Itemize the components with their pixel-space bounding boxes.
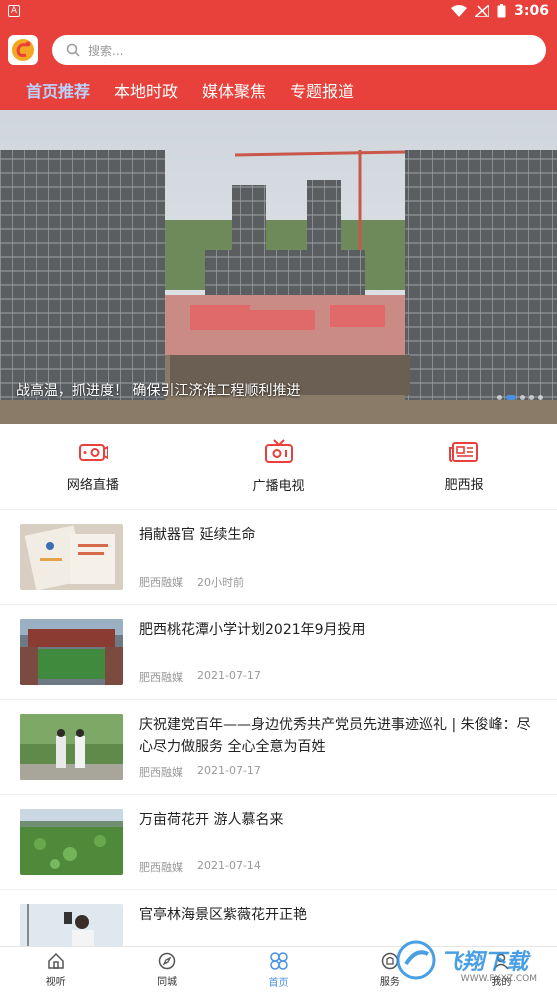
banner-caption[interactable]: 战高温，抓进度！ 确保引江济淮工程顺利推进 (16, 380, 300, 400)
tab-local-politics[interactable]: 本地时政 (114, 78, 178, 110)
search-icon (66, 43, 80, 57)
quick-label: 网络直播 (66, 478, 119, 493)
search-input[interactable]: 搜索... (52, 35, 546, 65)
carousel-dots (497, 395, 543, 400)
home-icon (47, 952, 64, 969)
clover-icon (269, 951, 288, 970)
carousel-dot[interactable] (538, 395, 543, 400)
news-thumbnail (20, 714, 123, 780)
carousel-dot-active[interactable] (506, 395, 516, 400)
tab-recommend[interactable]: 首页推荐 (26, 78, 90, 110)
watermark: 飞翔下载 WWW.FXXZ.COM (396, 932, 551, 988)
quick-item-newspaper[interactable]: 肥西报 (371, 424, 557, 509)
carousel-dot[interactable] (529, 395, 534, 400)
battery-icon (497, 4, 506, 18)
news-time: 2021-07-17 (197, 764, 261, 777)
news-source: 肥西融媒 (139, 576, 183, 589)
news-list: 捐献器官 延续生命 肥西融媒 20小时前 肥西桃花潭小学计划2021年9月投用 … (0, 510, 557, 985)
app-logo[interactable] (8, 35, 38, 65)
camera-icon (78, 444, 108, 461)
news-source: 肥西融媒 (139, 861, 183, 874)
newspaper-icon (449, 442, 479, 462)
status-time: 3:06 (514, 3, 549, 19)
status-bar: A 3:06 (0, 0, 557, 22)
news-title: 庆祝建党百年——身边优秀共产党员先进事迹巡礼 | 朱俊峰：尽心尽力做服务 全心全… (139, 717, 531, 755)
news-title: 官亭林海景区紫薇花开正艳 (139, 907, 307, 923)
news-title: 肥西桃花潭小学计划2021年9月投用 (139, 622, 366, 638)
quick-item-live[interactable]: 网络直播 (0, 424, 186, 509)
nav-label: 视听 (45, 976, 66, 988)
wifi-icon (451, 5, 468, 17)
news-item[interactable]: 庆祝建党百年——身边优秀共产党员先进事迹巡礼 | 朱俊峰：尽心尽力做服务 全心全… (0, 700, 557, 795)
carousel-dot[interactable] (520, 395, 525, 400)
news-thumbnail (20, 524, 123, 590)
compass-icon (158, 952, 176, 969)
quick-label: 广播电视 (252, 479, 305, 494)
watermark-url: WWW.FXXZ.COM (460, 974, 537, 984)
news-item[interactable]: 肥西桃花潭小学计划2021年9月投用 肥西融媒 2021-07-17 (0, 605, 557, 700)
news-time: 2021-07-17 (197, 669, 261, 682)
nav-label: 首页 (268, 977, 289, 989)
app-notification-icon: A (8, 5, 20, 17)
search-placeholder: 搜索... (88, 43, 124, 58)
top-header: 搜索... 首页推荐 本地时政 媒体聚焦 专题报道 (0, 22, 557, 110)
nav-item-home[interactable]: 首页 (223, 947, 334, 992)
tab-media-focus[interactable]: 媒体聚焦 (202, 78, 266, 110)
channel-tabs: 首页推荐 本地时政 媒体聚焦 专题报道 (26, 78, 354, 110)
nav-label: 同城 (157, 976, 178, 988)
signal-icon (475, 5, 490, 17)
watermark-text: 飞翔下载 (440, 950, 529, 975)
news-source: 肥西融媒 (139, 671, 183, 684)
tab-special-reports[interactable]: 专题报道 (290, 78, 354, 110)
banner-carousel[interactable]: 战高温，抓进度！ 确保引江济淮工程顺利推进 (0, 110, 557, 424)
banner-image (0, 110, 557, 424)
quick-label: 肥西报 (444, 478, 484, 493)
news-title: 捐献器官 延续生命 (139, 527, 256, 543)
news-item[interactable]: 捐献器官 延续生命 肥西融媒 20小时前 (0, 510, 557, 605)
quick-item-broadcast-tv[interactable]: 广播电视 (186, 424, 372, 509)
tv-icon (264, 439, 293, 463)
news-time: 20小时前 (197, 576, 244, 589)
logo-icon (12, 39, 34, 61)
nav-item-audiovisual[interactable]: 视听 (0, 947, 111, 992)
news-time: 2021-07-14 (197, 859, 261, 872)
news-source: 肥西融媒 (139, 766, 183, 779)
carousel-dot[interactable] (497, 395, 502, 400)
watermark-logo-icon (396, 940, 436, 980)
news-title: 万亩荷花开 游人慕名来 (139, 812, 284, 828)
news-thumbnail (20, 809, 123, 875)
nav-item-city[interactable]: 同城 (111, 947, 222, 992)
news-thumbnail (20, 619, 123, 685)
quick-nav: 网络直播 广播电视 肥西报 (0, 424, 557, 510)
news-item[interactable]: 万亩荷花开 游人慕名来 肥西融媒 2021-07-14 (0, 795, 557, 890)
